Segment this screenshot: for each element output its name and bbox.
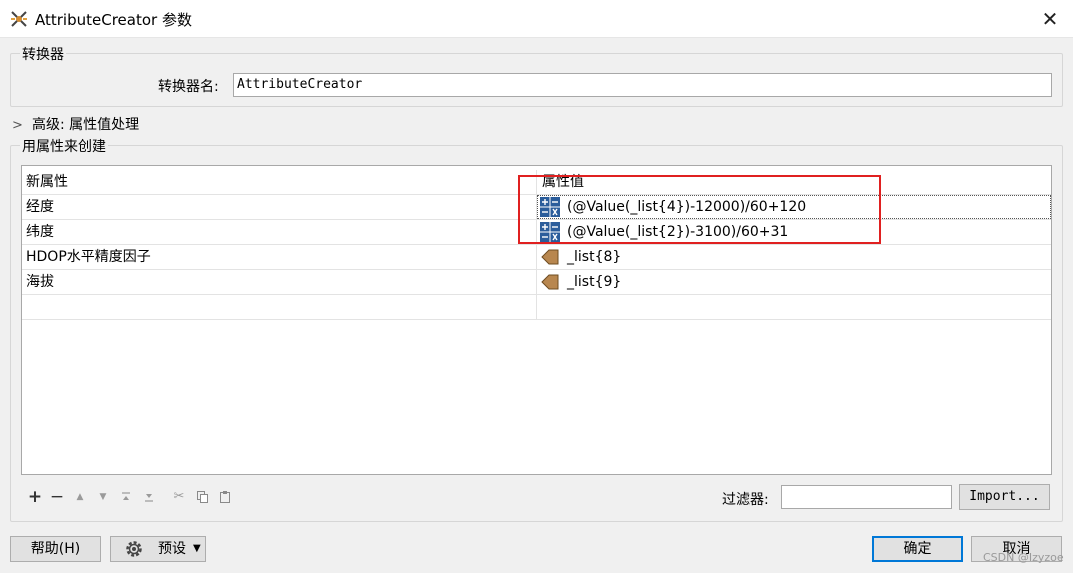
attribute-name-cell[interactable] (22, 295, 537, 319)
paste-button[interactable] (216, 487, 234, 507)
move-down-button[interactable]: ▼ (94, 487, 112, 507)
attribute-value-cell[interactable]: _list{9} (537, 270, 1051, 294)
table-header: 新属性 属性值 (22, 170, 1051, 195)
import-button[interactable]: Import... (959, 484, 1050, 510)
attribute-name-cell[interactable]: 纬度 (22, 220, 537, 244)
minus-icon: − (49, 487, 65, 507)
attribute-value-text: (@Value(_list{2})-3100)/60+31 (567, 224, 789, 240)
add-row-button[interactable]: + (26, 487, 44, 507)
window-title: AttributeCreator 参数 (35, 11, 192, 29)
move-top-icon (122, 492, 130, 500)
advanced-section-label: 高级: 属性值处理 (32, 117, 140, 133)
transformer-name-input[interactable]: AttributeCreator (233, 73, 1052, 97)
arithmetic-icon (540, 197, 560, 217)
help-button[interactable]: 帮助(H) (10, 536, 101, 562)
preset-button[interactable]: 预设 ▼ (110, 536, 206, 562)
chevron-right-icon: > (12, 118, 23, 133)
attribute-name-cell[interactable]: HDOP水平精度因子 (22, 245, 537, 269)
attribute-arrow-icon (541, 249, 559, 265)
attribute-value-cell[interactable] (537, 295, 1051, 319)
move-to-bottom-button[interactable] (140, 487, 158, 507)
attributes-table: 新属性 属性值 经度 (@Value(_list{4})-12000)/60+1… (21, 165, 1052, 475)
title-bar: AttributeCreator 参数 ✕ (0, 0, 1073, 38)
table-row-empty[interactable] (22, 295, 1051, 320)
column-header-new-attribute[interactable]: 新属性 (22, 170, 537, 194)
scissors-icon: ✂ (173, 489, 185, 504)
table-row[interactable]: 纬度 (@Value(_list{2})-3100)/60+31 (22, 220, 1051, 245)
attribute-value-text: (@Value(_list{4})-12000)/60+120 (567, 199, 807, 215)
paste-icon (220, 491, 230, 503)
triangle-down-icon: ▼ (99, 492, 107, 502)
filter-input[interactable] (781, 485, 952, 509)
table-row[interactable]: HDOP水平精度因子 _list{8} (22, 245, 1051, 270)
attribute-value-cell[interactable]: _list{8} (537, 245, 1051, 269)
copy-icon (196, 491, 208, 503)
transformer-group-title: 转换器 (20, 44, 66, 64)
arithmetic-icon (540, 222, 560, 242)
attribute-value-cell[interactable]: (@Value(_list{2})-3100)/60+31 (537, 220, 1051, 244)
copy-button[interactable] (193, 487, 211, 507)
attribute-value-cell[interactable]: (@Value(_list{4})-12000)/60+120 (537, 195, 1051, 219)
dropdown-arrow-icon: ▼ (193, 543, 201, 554)
advanced-section-toggle[interactable]: > 高级: 属性值处理 (12, 114, 140, 133)
plus-icon: + (27, 487, 43, 507)
filter-label: 过滤器: (722, 492, 769, 508)
close-button[interactable]: ✕ (1037, 6, 1063, 32)
move-to-top-button[interactable] (117, 487, 135, 507)
attribute-name-cell[interactable]: 海拔 (22, 270, 537, 294)
column-header-attribute-value[interactable]: 属性值 (537, 170, 1051, 194)
table-row[interactable]: 海拔 _list{9} (22, 270, 1051, 295)
close-icon: ✕ (1041, 7, 1059, 31)
move-up-button[interactable]: ▲ (71, 487, 89, 507)
watermark: CSDN @Izyzoe (983, 551, 1064, 564)
create-attributes-group-title: 用属性来创建 (20, 136, 108, 156)
attribute-value-text: _list{9} (567, 274, 622, 290)
transformer-name-label: 转换器名: (158, 79, 219, 95)
attribute-value-text: _list{8} (567, 249, 622, 265)
cut-button[interactable]: ✂ (170, 487, 188, 507)
attribute-arrow-icon (541, 274, 559, 290)
move-bottom-icon (145, 494, 153, 502)
attribute-name-cell[interactable]: 经度 (22, 195, 537, 219)
remove-row-button[interactable]: − (48, 487, 66, 507)
fme-transformer-icon (11, 11, 27, 27)
preset-label: 预设 (158, 541, 186, 557)
triangle-up-icon: ▲ (76, 492, 84, 502)
table-row[interactable]: 经度 (@Value(_list{4})-12000)/60+120 (22, 195, 1051, 220)
ok-button[interactable]: 确定 (872, 536, 963, 562)
gear-icon (126, 541, 142, 557)
